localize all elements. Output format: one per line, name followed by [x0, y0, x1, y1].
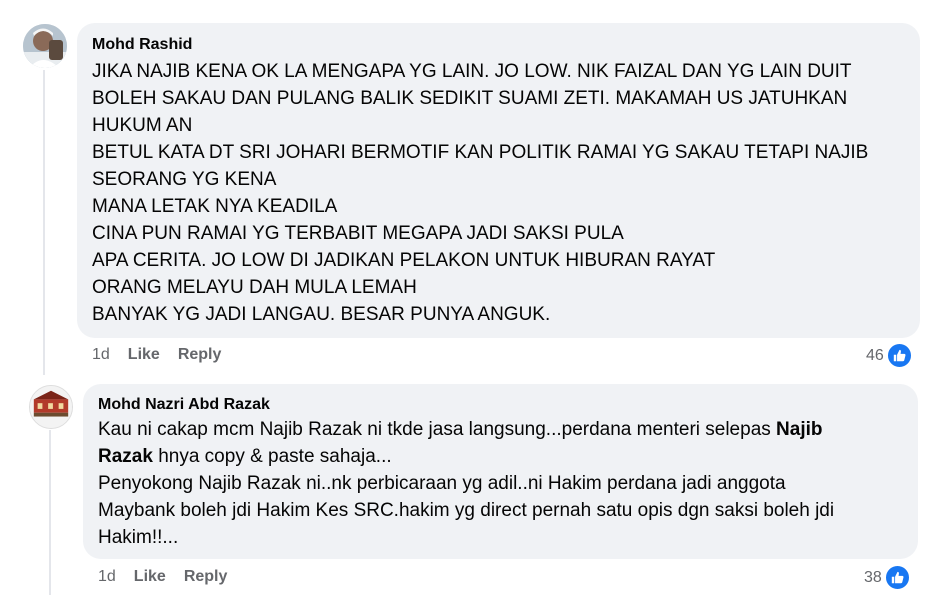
comment-line: APA CERITA. JO LOW DI JADIKAN PELAKON UN… — [92, 250, 716, 271]
comment-bubble: Mohd Nazri Abd Razak Kau ni cakap mcm Na… — [83, 384, 918, 559]
thumbs-up-icon — [885, 342, 913, 369]
mention-link[interactable]: Najib — [776, 419, 822, 440]
comment-line: SEORANG YG KENA — [92, 169, 277, 190]
comment-line: Kau ni cakap mcm Najib Razak ni tkde jas… — [98, 416, 918, 443]
comment-line: CINA PUN RAMAI YG TERBABIT MEGAPA JADI S… — [92, 223, 624, 244]
comment-timestamp[interactable]: 1d — [92, 346, 110, 364]
comment-bubble: Mohd Rashid JIKA NAJIB KENA OK LA MENGAP… — [77, 23, 920, 338]
comment-text-segment: Kau ni cakap mcm Najib Razak ni tkde jas… — [98, 419, 777, 440]
reaction-count: 46 — [866, 346, 884, 364]
comment-line: Maybank boleh jdi Hakim Kes SRC.hakim yg… — [98, 500, 835, 521]
comment-line: MANA LETAK NYA KEADILA — [92, 196, 338, 217]
comment-text-segment: hnya copy & paste sahaja... — [152, 446, 392, 467]
like-button[interactable]: Like — [128, 346, 160, 364]
comment-timestamp[interactable]: 1d — [98, 568, 116, 586]
comment-line: Penyokong Najib Razak ni..nk perbicaraan… — [98, 473, 786, 494]
profile-photo-icon — [23, 24, 67, 68]
comment-line: BETUL KATA DT SRI JOHARI BERMOTIF KAN PO… — [92, 142, 869, 163]
thumbs-up-icon — [883, 564, 911, 591]
comment-text: JIKA NAJIB KENA OK LA MENGAPA YG LAIN. J… — [92, 58, 920, 328]
comment-line: ORANG MELAYU DAH MULA LEMAH — [92, 277, 417, 298]
avatar-mohd-nazri[interactable] — [29, 385, 73, 429]
comment-line: Hakim!!... — [98, 527, 179, 548]
mention-link[interactable]: Razak — [98, 446, 153, 467]
comment-author[interactable]: Mohd Rashid — [92, 35, 920, 55]
comment-line: Razak hnya copy & paste sahaja... — [98, 443, 918, 470]
reaction-count: 38 — [864, 568, 882, 586]
comment-actions: 1d Like Reply — [92, 346, 221, 364]
reply-button[interactable]: Reply — [184, 568, 228, 586]
reaction-summary[interactable]: 46 — [866, 342, 913, 369]
thread-line-bottom — [49, 430, 51, 595]
comment-line: BANYAK YG JADI LANGAU. BESAR PUNYA ANGUK… — [92, 304, 551, 325]
comment-actions: 1d Like Reply — [98, 568, 227, 586]
reply-button[interactable]: Reply — [178, 346, 222, 364]
profile-photo-icon — [30, 386, 72, 428]
thread-line-top — [43, 70, 45, 375]
comment-author[interactable]: Mohd Nazri Abd Razak — [98, 395, 918, 415]
like-button[interactable]: Like — [134, 568, 166, 586]
comment-line: HUKUM AN — [92, 115, 193, 136]
avatar-mohd-rashid[interactable] — [23, 24, 67, 68]
reaction-summary[interactable]: 38 — [864, 564, 911, 591]
comment-text: Kau ni cakap mcm Najib Razak ni tkde jas… — [98, 416, 918, 551]
comment-line: BOLEH SAKAU DAN PULANG BALIK SEDIKIT SUA… — [92, 88, 848, 109]
comment-line: JIKA NAJIB KENA OK LA MENGAPA YG LAIN. J… — [92, 61, 852, 82]
